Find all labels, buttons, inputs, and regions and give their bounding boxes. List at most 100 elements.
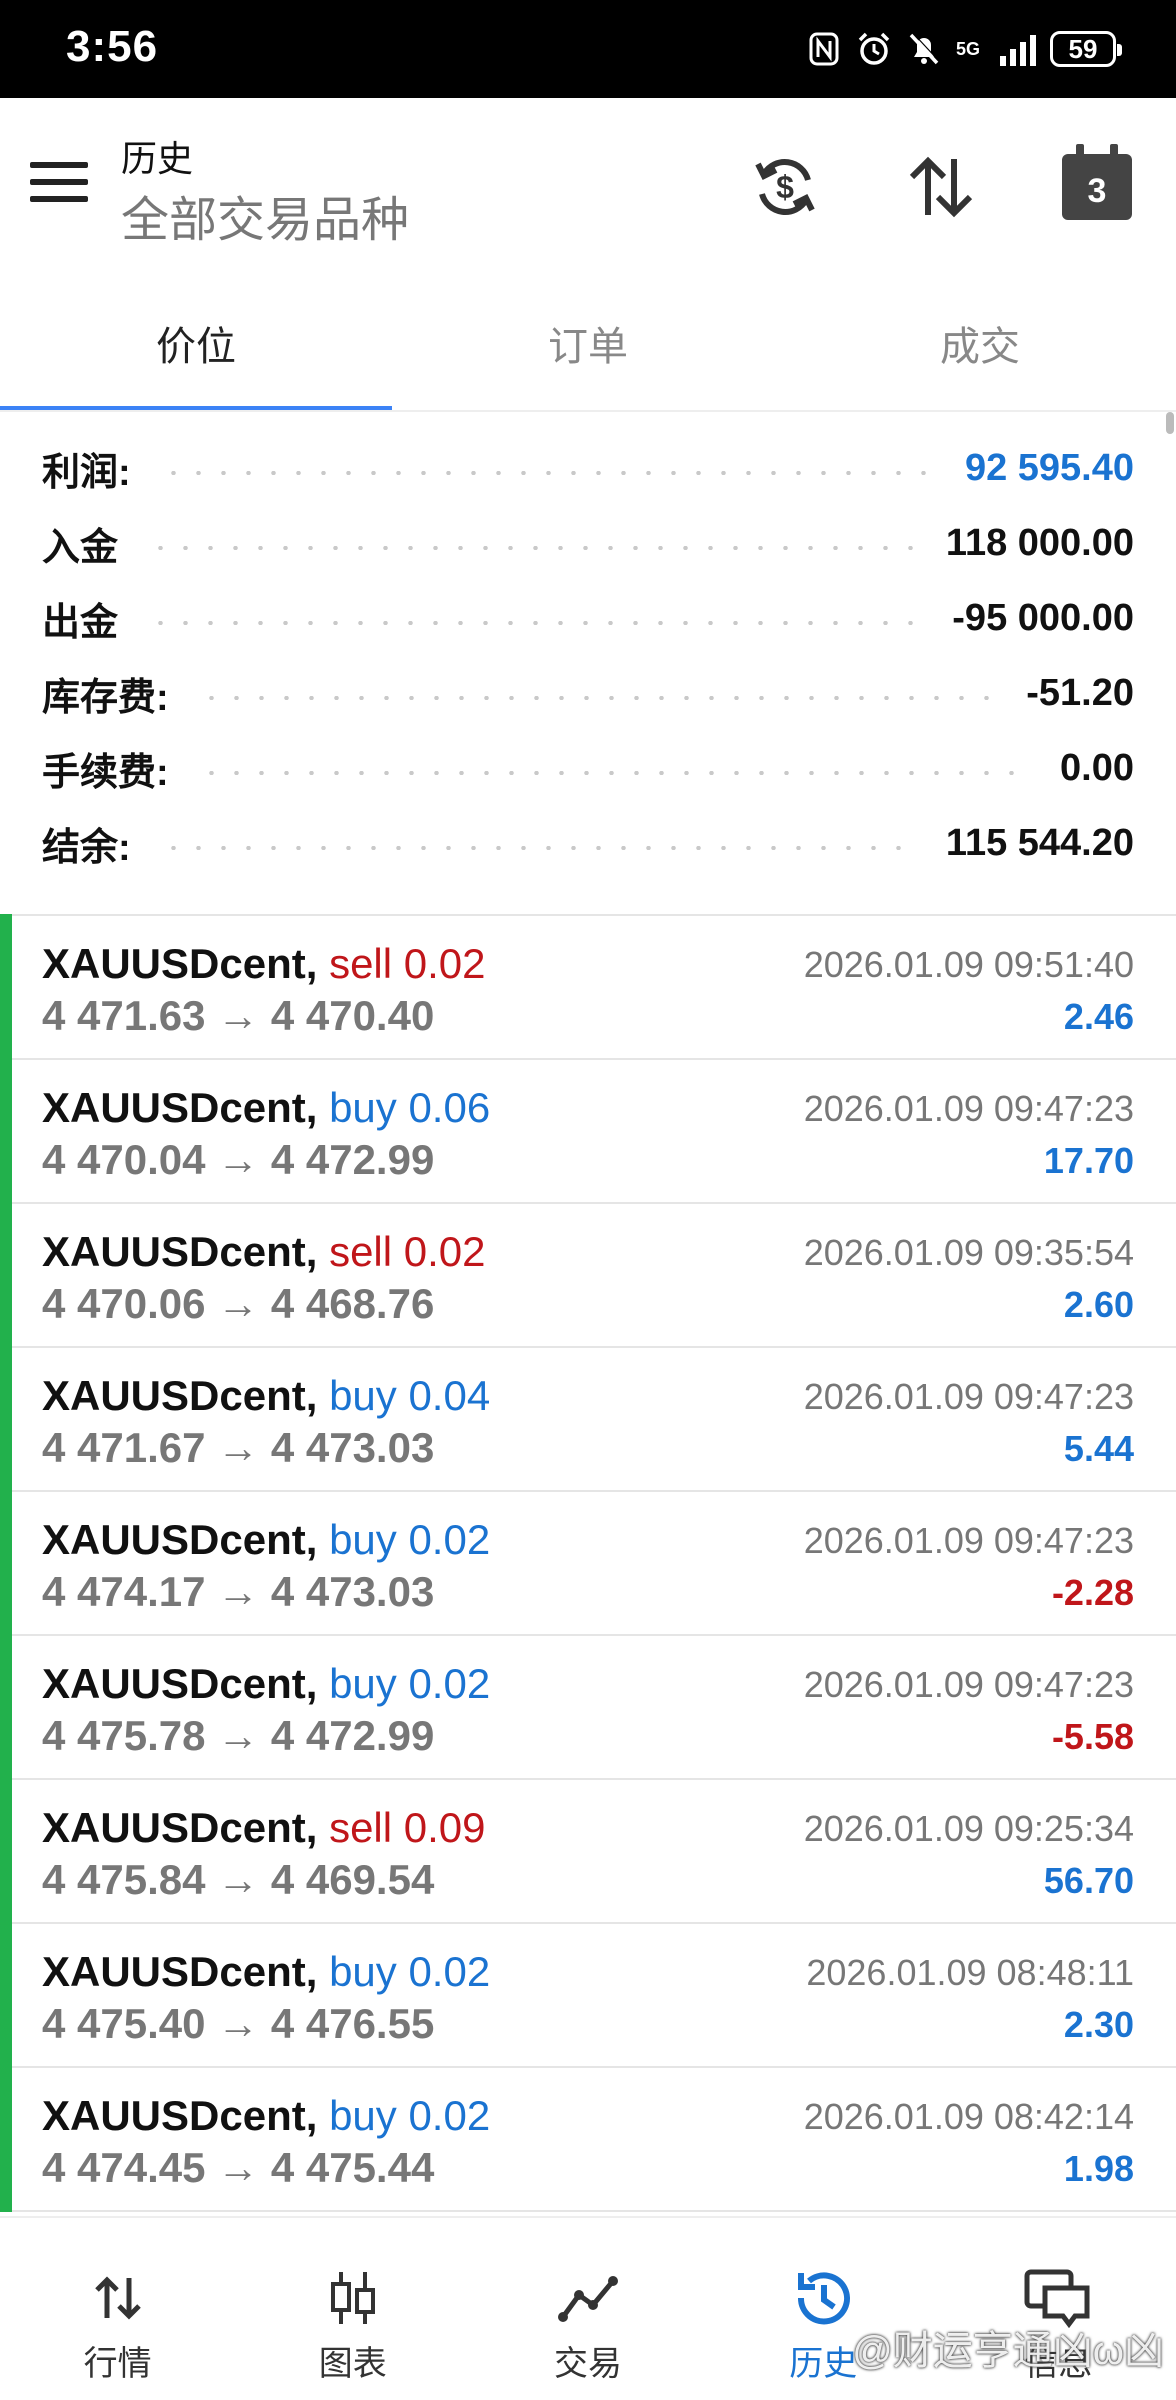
- trade-row[interactable]: XAUUSDcent, sell 0.09 4 475.84 → 4 469.5…: [0, 1778, 1176, 1924]
- trade-row[interactable]: XAUUSDcent, buy 0.04 4 471.67 → 4 473.03…: [0, 1346, 1176, 1492]
- status-bar: 3:56 5G 59: [0, 0, 1176, 98]
- dot-leader: [198, 696, 997, 700]
- trade-symbol: XAUUSDcent,: [42, 1372, 318, 1419]
- summary-row-swap: 库存费: -51.20: [42, 663, 1134, 723]
- trade-time: 2026.01.09 09:25:34: [803, 1808, 1134, 1849]
- status-icons: 5G 59: [806, 26, 1122, 72]
- trade-indicator: [0, 1634, 12, 1780]
- trade-indicator: [0, 2066, 12, 2212]
- trade-time: 2026.01.09 08:42:14: [803, 2096, 1134, 2137]
- trade-side: buy 0.02: [329, 1660, 491, 1707]
- trade-symbol: XAUUSDcent,: [42, 1084, 318, 1131]
- battery-level: 59: [1068, 33, 1098, 64]
- trade-row[interactable]: XAUUSDcent, buy 0.02 4 475.40 → 4 476.55…: [0, 1922, 1176, 2068]
- trade-row[interactable]: XAUUSDcent, sell 0.02 4 470.06 → 4 468.7…: [0, 1202, 1176, 1348]
- trade-indicator: [0, 1490, 12, 1636]
- nav-label: 交易: [554, 2345, 622, 2383]
- trade-indicator: [0, 914, 12, 1060]
- trade-symbol: XAUUSDcent,: [42, 2092, 318, 2139]
- trade-row[interactable]: XAUUSDcent, sell 0.02 4 471.63 → 4 470.4…: [0, 914, 1176, 1060]
- trade-profit: 56.70: [1043, 1860, 1134, 1901]
- calendar-day: 3: [1087, 171, 1107, 210]
- nav-quotes[interactable]: 行情: [0, 2218, 235, 2400]
- summary-row-withdrawal: 出金 -95 000.00: [42, 588, 1134, 648]
- tab-positions[interactable]: 价位: [0, 270, 392, 412]
- trade-symbol: XAUUSDcent,: [42, 1516, 318, 1563]
- trade-profit: 2.46: [1063, 996, 1134, 1037]
- scrollbar[interactable]: [1166, 412, 1174, 434]
- trade-symbol: XAUUSDcent,: [42, 1660, 318, 1707]
- status-time: 3:56: [66, 22, 159, 71]
- summary-row-profit: 利润: 92 595.40: [42, 438, 1134, 498]
- summary-value: -95 000.00: [952, 596, 1134, 639]
- summary-value: 0.00: [1060, 746, 1134, 789]
- summary-label: 库存费:: [42, 676, 169, 719]
- tab-orders[interactable]: 订单: [392, 270, 784, 412]
- quotes-icon: [0, 2268, 235, 2328]
- trade-prices: 4 475.84 → 4 469.54: [42, 1856, 435, 1903]
- trade-side: buy 0.04: [329, 1372, 491, 1419]
- trade-row[interactable]: XAUUSDcent, buy 0.02 4 474.45 → 4 475.44…: [0, 2066, 1176, 2212]
- nav-chart[interactable]: 图表: [235, 2218, 470, 2400]
- trade-symbol: XAUUSDcent,: [42, 1804, 318, 1851]
- trade-indicator: [0, 1202, 12, 1348]
- trade-side: sell 0.02: [329, 1228, 486, 1275]
- summary-value: 115 544.20: [945, 821, 1134, 864]
- trade-prices: 4 475.40 → 4 476.55: [42, 2000, 435, 2047]
- currency-sync-icon[interactable]: $: [742, 144, 828, 230]
- chart-icon: [235, 2268, 470, 2328]
- trade-time: 2026.01.09 08:48:11: [806, 1952, 1134, 1993]
- summary-row-balance: 结余: 115 544.20: [42, 813, 1134, 873]
- trade-side: buy 0.02: [329, 1516, 491, 1563]
- trade-indicator: [0, 1058, 12, 1204]
- trade-time: 2026.01.09 09:47:23: [803, 1376, 1134, 1417]
- trade-list: XAUUSDcent, sell 0.02 4 471.63 → 4 470.4…: [0, 914, 1176, 2212]
- menu-icon[interactable]: [30, 162, 88, 202]
- tab-bar: 价位 订单 成交: [0, 270, 1176, 412]
- signal-icon: [1000, 32, 1036, 66]
- trade-prices: 4 470.06 → 4 468.76: [42, 1280, 435, 1327]
- dot-leader: [160, 471, 935, 475]
- trade-row[interactable]: XAUUSDcent, buy 0.02 4 474.17 → 4 473.03…: [0, 1490, 1176, 1636]
- trade-time: 2026.01.09 09:47:23: [803, 1088, 1134, 1129]
- summary-label: 入金: [42, 526, 119, 569]
- trade-profit: 5.44: [1063, 1428, 1134, 1469]
- dot-leader: [148, 621, 923, 625]
- nav-label: 图表: [318, 2345, 387, 2383]
- summary-row-deposit: 入金 118 000.00: [42, 513, 1134, 573]
- trade-symbol: XAUUSDcent,: [42, 940, 318, 987]
- symbol-filter[interactable]: 全部交易品种: [121, 180, 409, 250]
- trade-prices: 4 471.67 → 4 473.03: [42, 1424, 435, 1471]
- trade-symbol: XAUUSDcent,: [42, 1228, 318, 1275]
- trade-time: 2026.01.09 09:47:23: [803, 1664, 1134, 1705]
- dot-leader: [148, 546, 916, 550]
- trade-time: 2026.01.09 09:51:40: [803, 944, 1134, 985]
- trade-side: sell 0.02: [329, 940, 486, 987]
- watermark: @财运亨通凶ω凶: [852, 2329, 1164, 2373]
- alarm-icon: [856, 31, 892, 67]
- trade-time: 2026.01.09 09:47:23: [803, 1520, 1134, 1561]
- trade-profit: 2.60: [1063, 1284, 1134, 1325]
- trade-row[interactable]: XAUUSDcent, buy 0.06 4 470.04 → 4 472.99…: [0, 1058, 1176, 1204]
- summary-row-commission: 手续费: 0.00: [42, 738, 1134, 798]
- trade-indicator: [0, 1778, 12, 1924]
- summary-label: 出金: [42, 601, 119, 644]
- summary-label: 结余:: [42, 826, 131, 869]
- trade-row[interactable]: XAUUSDcent, buy 0.02 4 475.78 → 4 472.99…: [0, 1634, 1176, 1780]
- trade-time: 2026.01.09 09:35:54: [803, 1232, 1134, 1273]
- trade-prices: 4 471.63 → 4 470.40: [42, 992, 435, 1039]
- nav-trade[interactable]: 交易: [470, 2218, 705, 2400]
- calendar-icon[interactable]: 3: [1054, 144, 1140, 230]
- summary-label: 利润:: [42, 451, 131, 494]
- tab-deals[interactable]: 成交: [784, 270, 1176, 412]
- tab-divider: [0, 410, 1176, 412]
- trade-profit: -2.28: [1051, 1572, 1134, 1613]
- trade-prices: 4 474.17 → 4 473.03: [42, 1568, 435, 1615]
- trade-side: buy 0.06: [329, 1084, 491, 1131]
- trade-profit: -5.58: [1051, 1716, 1134, 1757]
- trade-prices: 4 470.04 → 4 472.99: [42, 1136, 435, 1183]
- sort-icon[interactable]: [898, 144, 984, 230]
- trade-prices: 4 475.78 → 4 472.99: [42, 1712, 435, 1759]
- dot-leader: [198, 771, 1031, 775]
- trade-side: buy 0.02: [329, 1948, 491, 1995]
